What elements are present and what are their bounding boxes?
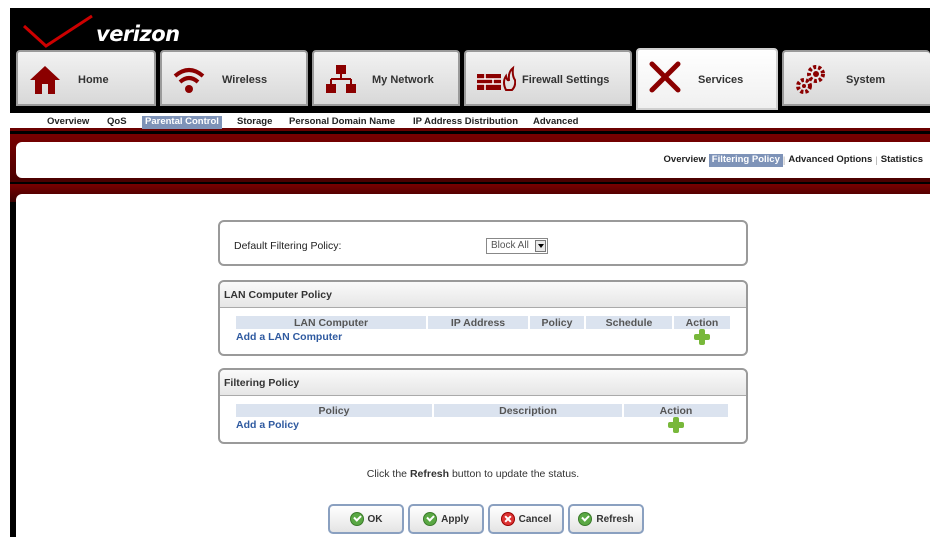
filtering-policy-title: Filtering Policy: [220, 370, 746, 396]
tab-label: Services: [698, 74, 744, 86]
network-icon: [326, 65, 356, 93]
chevron-down-icon: [535, 240, 546, 252]
subnav-ip-address-distribution[interactable]: IP Address Distribution: [410, 116, 521, 129]
default-policy-label: Default Filtering Policy:: [234, 240, 342, 252]
main-content: Default Filtering Policy: Block All LAN …: [16, 194, 930, 537]
add-lan-computer-link[interactable]: Add a LAN Computer: [236, 331, 342, 343]
page-nav-overview[interactable]: Overview: [661, 154, 709, 167]
add-plus-icon[interactable]: [668, 417, 684, 433]
default-policy-value: Block All: [491, 240, 529, 251]
filtering-policy-table: Policy Description Action Add a Policy: [234, 404, 730, 433]
column-header: Action: [674, 316, 730, 329]
lan-policy-title: LAN Computer Policy: [220, 282, 746, 308]
page-nav-filtering-policy[interactable]: Filtering Policy: [708, 154, 783, 167]
subnav-advanced[interactable]: Advanced: [530, 116, 581, 129]
default-policy-select[interactable]: Block All: [486, 238, 548, 254]
system-gears-icon: [796, 65, 825, 94]
lan-computer-policy-panel: LAN Computer Policy LAN Computer IP Addr…: [218, 280, 748, 356]
tab-services[interactable]: Services: [636, 48, 778, 110]
refresh-button[interactable]: Refresh: [568, 504, 644, 534]
column-header: Schedule: [586, 316, 672, 329]
page-nav-advanced-options[interactable]: Advanced Options: [785, 154, 875, 167]
services-subnav: Overview QoS Parental Control Storage Pe…: [10, 113, 930, 131]
tab-label: System: [846, 74, 886, 86]
status-message: Click the Refresh button to update the s…: [16, 468, 930, 480]
column-header: Policy: [236, 404, 432, 417]
tab-label: Firewall Settings: [522, 74, 610, 86]
apply-button[interactable]: Apply: [408, 504, 484, 534]
tab-my-network[interactable]: My Network: [312, 50, 460, 106]
subnav-qos[interactable]: QoS: [104, 116, 130, 129]
services-icon: [649, 61, 681, 93]
tab-label: Wireless: [222, 74, 268, 86]
logo-text: verizon: [96, 22, 180, 46]
apply-label: Apply: [441, 513, 469, 525]
page-nav-container: Overview Filtering Policy | Advanced Opt…: [16, 142, 930, 178]
default-policy-panel: Default Filtering Policy: Block All: [218, 220, 748, 266]
column-header: Policy: [530, 316, 584, 329]
apply-icon: [423, 512, 438, 526]
refresh-icon: [578, 512, 593, 526]
wireless-icon: [173, 68, 205, 93]
tab-firewall-settings[interactable]: Firewall Settings: [464, 50, 632, 106]
column-header: LAN Computer: [236, 316, 426, 329]
lan-policy-table: LAN Computer IP Address Policy Schedule …: [234, 316, 732, 345]
column-header: Description: [434, 404, 622, 417]
router-admin-frame: verizon Home Wireless My Network Firewal…: [10, 8, 930, 537]
ok-label: OK: [367, 513, 383, 525]
home-icon: [30, 66, 60, 94]
add-policy-link[interactable]: Add a Policy: [236, 419, 299, 431]
page-nav-statistics[interactable]: Statistics: [878, 154, 926, 167]
cancel-label: Cancel: [518, 513, 552, 525]
subnav-storage[interactable]: Storage: [234, 116, 275, 129]
tab-label: Home: [78, 74, 109, 86]
tab-system[interactable]: System: [782, 50, 930, 106]
tab-home[interactable]: Home: [16, 50, 156, 106]
verizon-logo: verizon: [18, 12, 218, 52]
subnav-overview[interactable]: Overview: [44, 116, 92, 129]
tab-wireless[interactable]: Wireless: [160, 50, 308, 106]
status-bold: Refresh: [409, 468, 450, 480]
check-icon: [349, 512, 364, 526]
main-tabs: Home Wireless My Network Firewall Settin…: [10, 48, 930, 112]
cancel-button[interactable]: Cancel: [488, 504, 564, 534]
refresh-label: Refresh: [596, 513, 634, 525]
column-header: IP Address: [428, 316, 528, 329]
cancel-x-icon: [500, 512, 515, 526]
status-prefix: Click the: [366, 468, 410, 480]
firewall-icon: [477, 65, 516, 91]
add-plus-icon[interactable]: [694, 329, 710, 345]
subnav-parental-control[interactable]: Parental Control: [142, 116, 222, 129]
tab-label: My Network: [372, 74, 434, 86]
column-header: Action: [624, 404, 728, 417]
filtering-policy-panel: Filtering Policy Policy Description Acti…: [218, 368, 748, 444]
subnav-personal-domain-name[interactable]: Personal Domain Name: [286, 116, 398, 129]
page-nav: Overview Filtering Policy | Advanced Opt…: [661, 154, 926, 167]
status-suffix: button to update the status.: [449, 468, 580, 480]
page-nav-bar: Overview Filtering Policy | Advanced Opt…: [10, 134, 930, 182]
ok-button[interactable]: OK: [328, 504, 404, 534]
